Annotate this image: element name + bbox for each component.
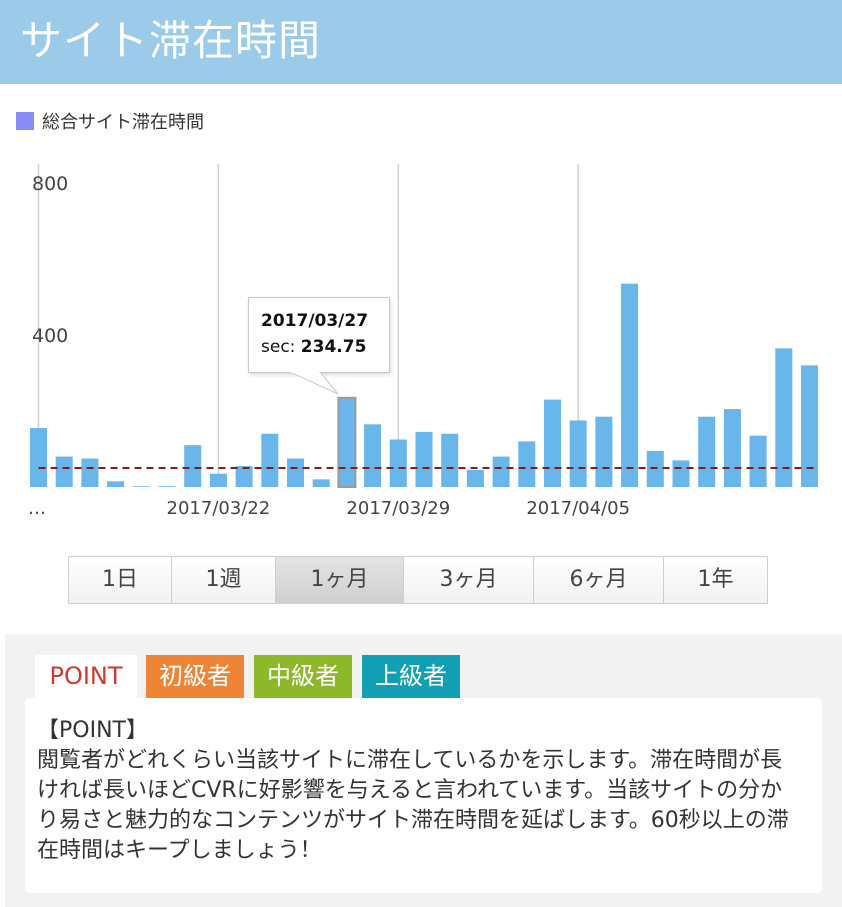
tooltip-value-label: sec:	[261, 337, 301, 357]
chart-bar	[723, 409, 741, 487]
chart-bar	[569, 420, 587, 487]
legend-label: 総合サイト滞在時間	[42, 112, 204, 133]
tooltip-pointer	[290, 372, 339, 395]
y-tick-label: 400	[32, 325, 68, 347]
chart-bar	[55, 456, 73, 487]
chart-bar	[672, 460, 690, 487]
info-body: 閲覧者がどれくらい当該サイトに滞在しているかを示します。滞在時間が長ければ長いほ…	[37, 748, 789, 863]
chart-legend[interactable]: 総合サイト滞在時間	[16, 109, 204, 133]
chart-bar	[235, 466, 253, 487]
chart-bar	[261, 433, 279, 487]
tooltip-value-row: sec: 234.75	[261, 334, 377, 360]
x-tick-label: 2017/03/22	[167, 498, 271, 519]
tab-beginner[interactable]: 初級者	[146, 655, 244, 698]
range-button[interactable]: 3ヶ月	[404, 557, 534, 603]
chart-bar	[184, 445, 202, 487]
x-tick-label: …	[28, 498, 46, 519]
tab-point[interactable]: POINT	[35, 655, 137, 698]
dwell-time-chart[interactable]: 800 400 … 2017/03/22 2017/03/29 2017/04/05	[0, 150, 842, 530]
y-tick-label: 800	[32, 173, 68, 195]
chart-bar	[107, 481, 125, 487]
legend-swatch	[16, 112, 34, 130]
tab-intermediate[interactable]: 中級者	[254, 655, 352, 698]
chart-bar	[415, 431, 433, 487]
page-header: サイト滞在時間	[0, 0, 842, 84]
chart-bar	[209, 473, 227, 487]
chart-bar	[30, 428, 47, 487]
chart-bar	[364, 424, 382, 487]
x-tick-label: 2017/03/29	[346, 498, 450, 519]
range-button[interactable]: 1年	[664, 557, 767, 603]
page-title: サイト滞在時間	[20, 16, 322, 65]
chart-bar	[312, 479, 330, 487]
range-selector: 1日 1週 1ヶ月 3ヶ月 6ヶ月 1年	[68, 556, 768, 604]
chart-bar	[518, 441, 536, 487]
x-tick-label: 2017/04/05	[526, 498, 630, 519]
range-button[interactable]: 1週	[172, 557, 276, 603]
chart-bar	[621, 283, 639, 487]
chart-bar-highlighted	[337, 396, 357, 488]
chart-bar	[544, 399, 561, 487]
chart-bar	[287, 458, 304, 487]
tooltip-value: 234.75	[300, 337, 367, 357]
range-button[interactable]: 1日	[69, 557, 172, 603]
info-panel: POINT 初級者 中級者 上級者 【POINT】 閲覧者がどれくらい当該サイト…	[5, 634, 842, 907]
chart-bar	[749, 435, 767, 487]
info-card: 【POINT】 閲覧者がどれくらい当該サイトに滞在しているかを示します。滞在時間…	[25, 698, 822, 893]
tooltip-date: 2017/03/27	[261, 311, 369, 331]
chart-bar	[81, 458, 99, 487]
chart-bar	[441, 433, 459, 487]
range-button[interactable]: 6ヶ月	[534, 557, 664, 603]
chart-bar	[466, 469, 484, 487]
range-button[interactable]: 1ヶ月	[276, 557, 404, 603]
chart-bar	[389, 439, 407, 487]
chart-bar	[698, 416, 716, 487]
chart-tooltip: 2017/03/27 sec: 234.75	[248, 297, 390, 373]
chart-bar	[595, 416, 613, 487]
chart-bar	[158, 486, 176, 487]
tab-advanced[interactable]: 上級者	[362, 655, 460, 698]
chart-bar	[492, 456, 510, 487]
chart-bar	[132, 486, 150, 487]
info-heading: 【POINT】	[37, 718, 148, 743]
chart-bar	[775, 348, 793, 487]
